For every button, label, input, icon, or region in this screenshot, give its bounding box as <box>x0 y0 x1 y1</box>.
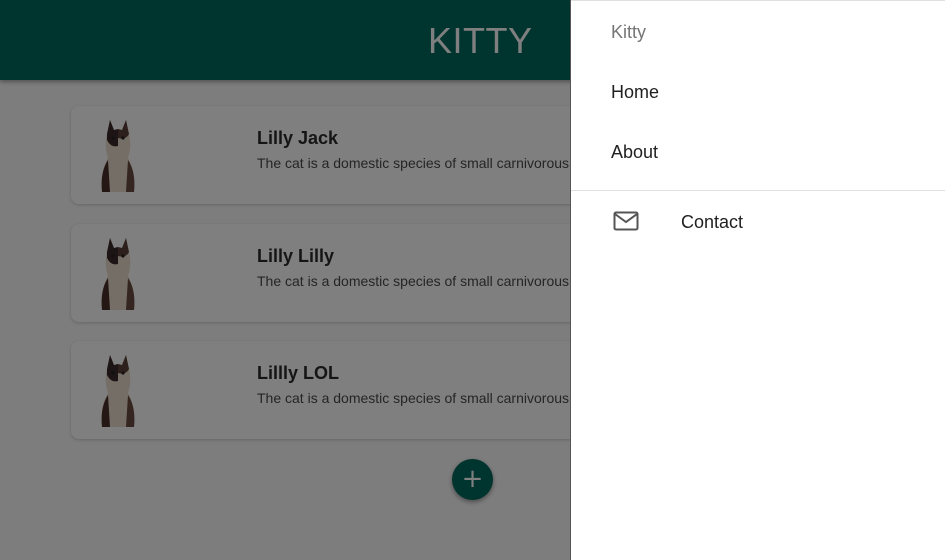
drawer-divider <box>571 190 945 191</box>
drawer-scrim[interactable] <box>0 0 570 560</box>
drawer-item-contact[interactable]: Contact <box>681 212 743 233</box>
navigation-drawer: Kitty Home About Contact <box>570 0 945 560</box>
drawer-item-about[interactable]: About <box>611 142 658 163</box>
drawer-top-border <box>571 0 945 1</box>
drawer-item-home[interactable]: Home <box>611 82 659 103</box>
drawer-header: Kitty <box>611 22 647 42</box>
mail-icon <box>613 211 639 231</box>
